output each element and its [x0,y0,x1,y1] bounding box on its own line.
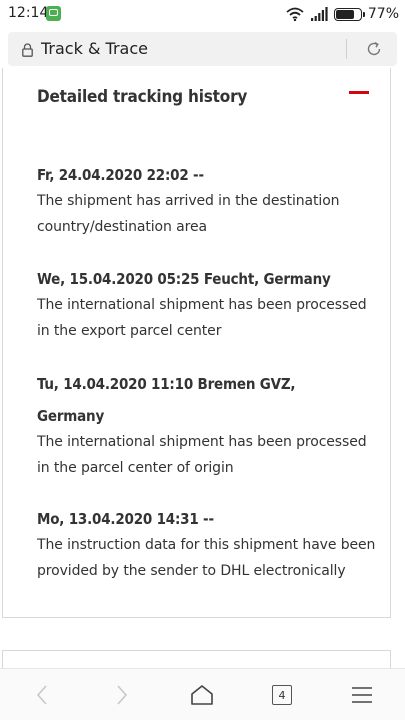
tracking-event: Mo, 13.04.2020 14:31 -- The instruction … [37,506,382,584]
back-button[interactable] [12,669,72,720]
event-description-line: The international shipment has been proc… [37,434,367,450]
browser-nav-bar: 4 [0,668,405,720]
next-card [2,650,391,670]
tracking-event: We, 15.04.2020 05:25 Feucht, Germany The… [37,266,382,344]
home-icon [191,685,213,705]
address-bar[interactable]: Track & Trace [8,32,397,66]
address-bar-divider [346,39,347,59]
tabs-button[interactable]: 4 [252,669,312,720]
reload-icon[interactable] [365,40,383,58]
section-title: Detailed tracking history [37,87,248,107]
chevron-left-icon [36,685,47,705]
status-indicators: 77% [286,5,399,23]
page-title[interactable]: Track & Trace [41,39,148,58]
signal-icon [310,7,328,21]
status-time: 12:14 [8,5,49,21]
event-header: We, 15.04.2020 05:25 Feucht, Germany [37,270,331,288]
lock-icon [22,43,33,57]
event-description-line: country/destination area [37,219,207,235]
collapse-icon[interactable] [349,91,369,94]
battery-icon [333,7,365,21]
event-header: Germany [37,407,105,425]
event-header: Tu, 14.04.2020 11:10 Bremen GVZ, [37,375,296,393]
menu-button[interactable] [332,669,392,720]
event-header: Fr, 24.04.2020 22:02 -- [37,166,204,184]
event-description-line: The instruction data for this shipment h… [37,537,376,553]
status-bar: 12:14 77% [0,0,405,28]
tracking-history-card: Detailed tracking history Fr, 24.04.2020… [2,68,391,618]
event-description-line: in the export parcel center [37,323,222,339]
tab-count-icon: 4 [272,685,292,705]
chevron-right-icon [117,685,128,705]
battery-level [335,9,355,19]
event-header: Mo, 13.04.2020 14:31 -- [37,510,214,528]
wifi-icon [286,7,304,21]
event-description-line: provided by the sender to DHL electronic… [37,563,346,579]
hamburger-menu-icon [352,687,372,703]
battery-percentage: 77% [367,6,399,22]
event-description-line: The shipment has arrived in the destinat… [37,193,340,209]
tracking-event: Fr, 24.04.2020 22:02 -- The shipment has… [37,162,382,240]
event-description-line: The international shipment has been proc… [37,297,367,313]
home-button[interactable] [172,669,232,720]
tracking-event: Tu, 14.04.2020 11:10 Bremen GVZ, Germany… [37,371,382,481]
app-notification-icon [46,6,61,21]
event-description-line: in the parcel center of origin [37,460,234,476]
forward-button[interactable] [92,669,152,720]
